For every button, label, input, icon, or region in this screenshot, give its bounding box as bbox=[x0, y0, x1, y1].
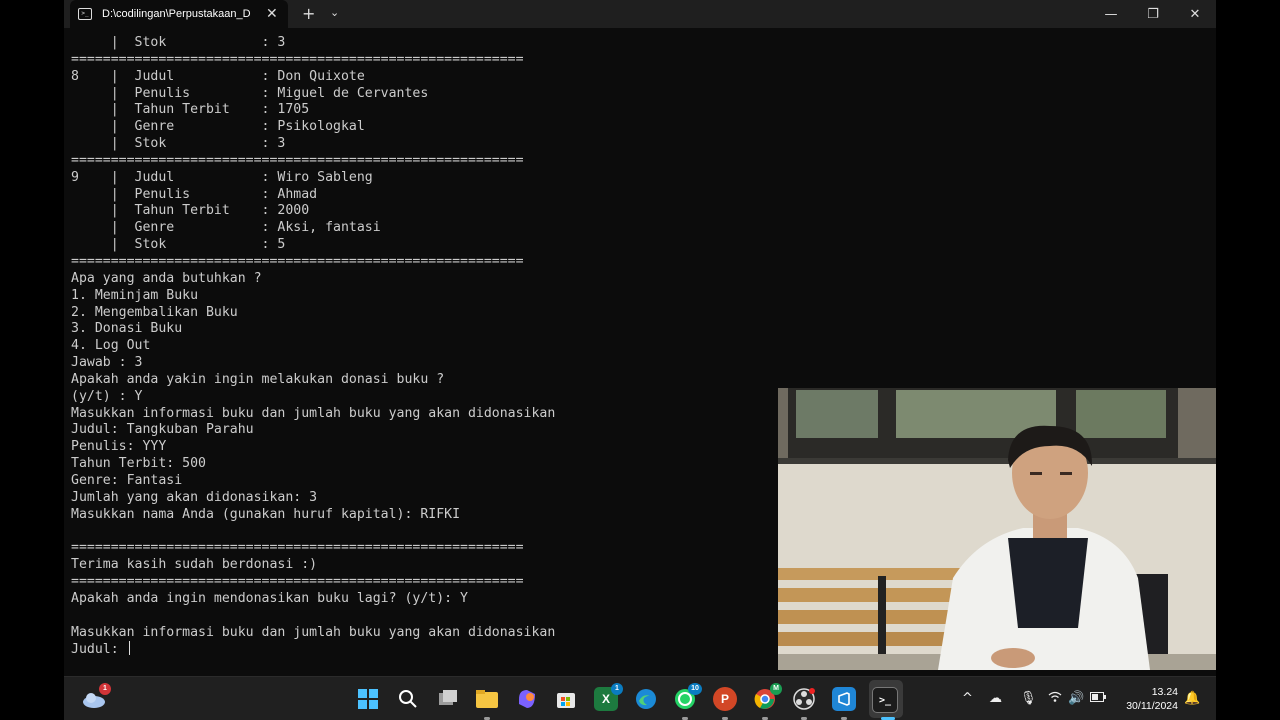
terminal-line: (y/t) : Y bbox=[71, 388, 143, 404]
terminal-line: | Genre : Aksi, fantasi bbox=[71, 220, 381, 236]
show-hidden-icons-chevron[interactable]: ^ bbox=[962, 691, 973, 706]
whatsapp-icon[interactable]: 10 bbox=[673, 683, 702, 711]
terminal-icon[interactable]: >_ bbox=[872, 687, 898, 713]
terminal-line: 2. Mengembalikan Buku bbox=[71, 304, 238, 320]
webcam-overlay bbox=[778, 388, 1216, 670]
wifi-icon[interactable] bbox=[1048, 691, 1062, 707]
excel-badge: 1 bbox=[611, 683, 623, 695]
copilot-icon[interactable] bbox=[515, 687, 539, 711]
terminal-line: | Penulis : Miguel de Cervantes bbox=[71, 85, 429, 101]
start-icon[interactable] bbox=[356, 687, 380, 711]
terminal-line: 4. Log Out bbox=[71, 338, 151, 354]
terminal-line: Masukkan nama Anda (gunakan huruf kapita… bbox=[71, 506, 461, 522]
onedrive-icon[interactable]: ☁ bbox=[989, 691, 1002, 706]
tab-title: D:\codilingan\Perpustakaan_D bbox=[102, 8, 251, 20]
terminal-line: 9 | Judul : Wiro Sableng bbox=[71, 169, 373, 185]
clock-date: 30/11/2024 bbox=[1126, 700, 1178, 712]
obs-icon[interactable] bbox=[792, 687, 816, 711]
text-cursor bbox=[128, 641, 130, 656]
terminal-input-prompt[interactable]: Judul: bbox=[71, 641, 555, 659]
terminal-line: Apa yang anda butuhkan ? bbox=[71, 270, 262, 286]
chrome-icon[interactable]: M bbox=[753, 683, 782, 711]
terminal-line: Terima kasih sudah berdonasi :) bbox=[71, 557, 318, 573]
task-view-icon[interactable] bbox=[436, 687, 460, 711]
terminal-line: ========================================… bbox=[71, 152, 524, 168]
terminal-title-bar: >_ D:\codilingan\Perpustakaan_D ✕ + ⌄ — … bbox=[64, 0, 1216, 28]
terminal-line: 1. Meminjam Buku bbox=[71, 287, 199, 303]
terminal-line: Masukkan informasi buku dan jumlah buku … bbox=[71, 405, 556, 421]
terminal-line: Apakah anda ingin mendonasikan buku lagi… bbox=[71, 590, 468, 606]
terminal-line: ========================================… bbox=[71, 51, 524, 67]
terminal-line: | Tahun Terbit : 2000 bbox=[71, 203, 310, 219]
taskbar: 1 X 1 10 P M >_ ^ ☁ 🎙 🔊 13.24 30/11/2024… bbox=[64, 676, 1216, 720]
tab-dropdown-button[interactable]: ⌄ bbox=[330, 6, 339, 19]
terminal-line: | Stok : 5 bbox=[71, 237, 286, 253]
chrome-badge: M bbox=[770, 683, 782, 695]
weather-badge: 1 bbox=[99, 683, 111, 695]
prompt-label: Judul: bbox=[71, 642, 127, 658]
desktop-screen: >_ D:\codilingan\Perpustakaan_D ✕ + ⌄ — … bbox=[64, 0, 1216, 720]
terminal-line: | Stok : 3 bbox=[71, 35, 286, 50]
powerpoint-icon[interactable]: P bbox=[713, 687, 737, 711]
microsoft-store-icon[interactable] bbox=[554, 687, 578, 711]
clock-time: 13.24 bbox=[1151, 686, 1178, 698]
edge-icon[interactable] bbox=[634, 687, 658, 711]
new-tab-button[interactable]: + bbox=[302, 4, 315, 23]
terminal-line: ========================================… bbox=[71, 574, 524, 589]
terminal-line: ========================================… bbox=[71, 540, 524, 556]
terminal-line: Penulis: YYY bbox=[71, 439, 167, 455]
terminal-icon: >_ bbox=[78, 8, 92, 20]
system-clock[interactable]: 13.24 30/11/2024 bbox=[1108, 685, 1178, 713]
notification-bell-icon[interactable]: 🔔 bbox=[1184, 691, 1200, 706]
terminal-line: Jumlah yang akan didonasikan: 3 bbox=[71, 489, 318, 505]
terminal-line: | Genre : Psikologkal bbox=[71, 119, 365, 135]
webcam-image bbox=[778, 388, 1216, 670]
terminal-line: ========================================… bbox=[71, 253, 524, 269]
excel-icon[interactable]: X 1 bbox=[594, 683, 623, 711]
terminal-line: | Penulis : Ahmad bbox=[71, 186, 318, 202]
microphone-icon[interactable]: 🎙 bbox=[1020, 691, 1037, 706]
minimize-button[interactable]: — bbox=[1090, 0, 1132, 28]
close-button[interactable]: ✕ bbox=[1174, 0, 1216, 28]
terminal-line: 3. Donasi Buku bbox=[71, 321, 183, 337]
search-icon[interactable] bbox=[396, 687, 420, 711]
terminal-line: Judul: Tangkuban Parahu bbox=[71, 422, 254, 438]
volume-icon[interactable]: 🔊 bbox=[1068, 691, 1084, 706]
weather-widget[interactable]: 1 bbox=[82, 683, 111, 711]
terminal-line: Masukkan informasi buku dan jumlah buku … bbox=[71, 624, 556, 640]
terminal-line: Genre: Fantasi bbox=[71, 472, 183, 488]
terminal-line: Apakah anda yakin ingin melakukan donasi… bbox=[71, 371, 445, 387]
whatsapp-badge: 10 bbox=[688, 683, 702, 695]
vscode-icon[interactable] bbox=[832, 687, 856, 711]
terminal-line: 8 | Judul : Don Quixote bbox=[71, 68, 365, 84]
terminal-tab[interactable]: >_ D:\codilingan\Perpustakaan_D ✕ bbox=[70, 0, 288, 28]
terminal-line: Jawab : 3 bbox=[71, 355, 143, 371]
window-controls: — ❐ ✕ bbox=[1090, 0, 1216, 28]
tab-close-icon[interactable]: ✕ bbox=[266, 6, 278, 22]
terminal-line: | Stok : 3 bbox=[71, 136, 286, 152]
terminal-line: Tahun Terbit: 500 bbox=[71, 456, 206, 472]
file-explorer-icon[interactable] bbox=[475, 687, 499, 711]
terminal-output[interactable]: | Stok : 3 ==============================… bbox=[71, 35, 555, 659]
terminal-line: | Tahun Terbit : 1705 bbox=[71, 102, 310, 118]
battery-icon[interactable] bbox=[1090, 691, 1106, 706]
maximize-button[interactable]: ❐ bbox=[1132, 0, 1174, 28]
